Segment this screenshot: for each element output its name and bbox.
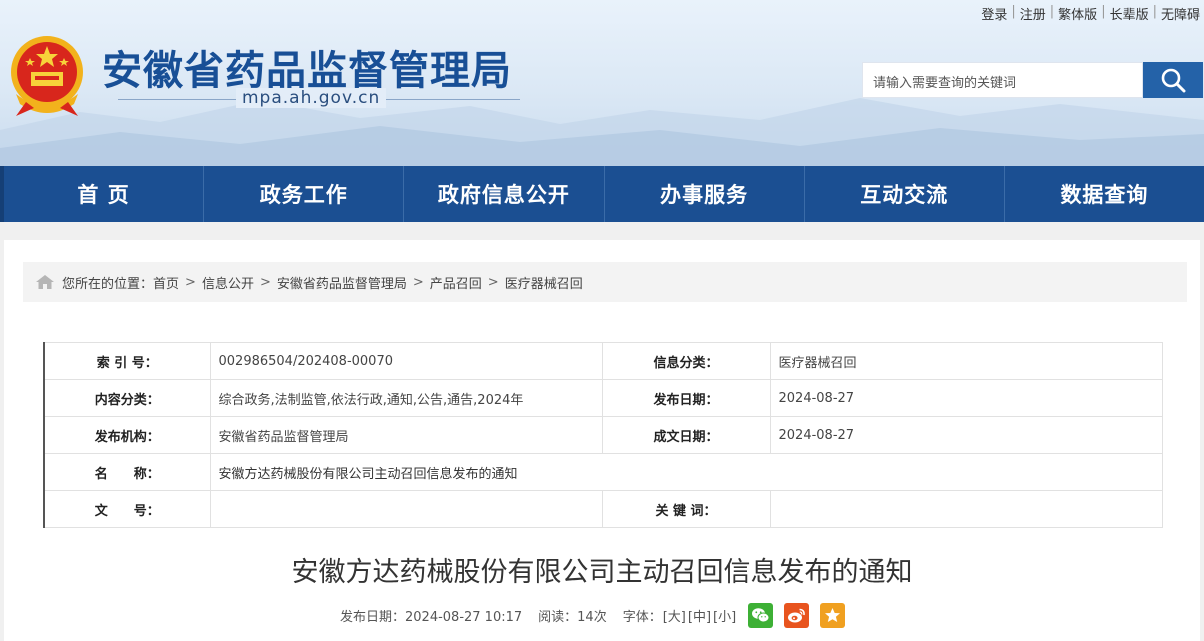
wechat-icon — [752, 607, 770, 622]
nav-home[interactable]: 首 页 — [0, 166, 205, 222]
publish-date-value: 2024-08-27 — [769, 379, 1163, 417]
search-icon — [1161, 68, 1186, 93]
category-value: 医疗器械召回 — [769, 342, 1163, 380]
site-header: 登录 | 注册 | 繁体版 | 长辈版 | 无障碍 安徽省药品监督管理局 mpa… — [0, 0, 1204, 166]
issuing-org-label: 发布机构： — [43, 416, 211, 454]
content-category-label: 内容分类： — [43, 379, 211, 417]
table-row: 文 号： 关 键 词： — [43, 490, 1163, 528]
document-date-label: 成文日期： — [601, 416, 771, 454]
breadcrumb-separator: > — [412, 274, 424, 290]
home-icon — [36, 275, 54, 289]
main-content: 您所在的位置： 首页 > 信息公开 > 安徽省药品监督管理局 > 产品召回 > … — [4, 240, 1200, 641]
site-domain: mpa.ah.gov.cn — [236, 88, 387, 108]
star-icon — [825, 607, 841, 622]
breadcrumb-bureau[interactable]: 安徽省药品监督管理局 — [277, 273, 407, 292]
content-category-value: 综合政务,法制监管,依法行政,通知,公告,通告,2024年 — [209, 379, 603, 417]
font-size-label: 字体： — [622, 609, 662, 625]
login-link[interactable]: 登录 — [977, 4, 1011, 23]
register-link[interactable]: 注册 — [1016, 4, 1050, 23]
search-button[interactable] — [1143, 62, 1203, 98]
nav-information-disclosure[interactable]: 政府信息公开 — [404, 166, 605, 222]
keywords-value — [769, 490, 1163, 528]
nav-government-affairs[interactable]: 政务工作 — [204, 166, 405, 222]
breadcrumb-separator: > — [487, 274, 499, 290]
publish-datetime: 发布日期：2024-08-27 10:17 — [340, 609, 523, 625]
article-meta: 发布日期：2024-08-27 10:17 阅读：14次 字体： [大] [中]… — [340, 602, 846, 628]
top-links: 登录 | 注册 | 繁体版 | 长辈版 | 无障碍 — [977, 4, 1204, 23]
font-size-small[interactable]: [小] — [713, 606, 736, 625]
issuing-org-value: 安徽省药品监督管理局 — [209, 416, 603, 454]
share-weibo-button[interactable] — [784, 602, 810, 628]
weibo-icon — [788, 608, 806, 622]
table-row: 名 称： 安徽方达药械股份有限公司主动召回信息发布的通知 — [43, 453, 1163, 491]
index-value: 002986504/202408-00070 — [209, 342, 603, 380]
table-row: 内容分类： 综合政务,法制监管,依法行政,通知,公告,通告,2024年 发布日期… — [43, 379, 1163, 417]
keywords-label: 关 键 词： — [601, 490, 771, 528]
breadcrumb-product-recall[interactable]: 产品召回 — [430, 273, 482, 292]
table-row: 索 引 号： 002986504/202408-00070 信息分类： 医疗器械… — [43, 342, 1163, 380]
nav-interaction[interactable]: 互动交流 — [805, 166, 1005, 222]
breadcrumb-device-recall[interactable]: 医疗器械召回 — [505, 273, 583, 292]
main-nav: 首 页 政务工作 政府信息公开 办事服务 互动交流 数据查询 — [0, 166, 1204, 222]
font-size-medium[interactable]: [中] — [688, 606, 711, 625]
breadcrumb-separator: > — [185, 274, 196, 290]
breadcrumb-separator: > — [259, 274, 271, 290]
breadcrumb: 您所在的位置： 首页 > 信息公开 > 安徽省药品监督管理局 > 产品召回 > … — [23, 262, 1187, 302]
search-input[interactable]: 请输入需要查询的关键词 — [862, 62, 1143, 98]
document-info-table: 索 引 号： 002986504/202408-00070 信息分类： 医疗器械… — [43, 342, 1163, 528]
font-size-large[interactable]: [大] — [663, 606, 686, 625]
article-title: 安徽方达药械股份有限公司主动召回信息发布的通知 — [291, 557, 913, 588]
share-wechat-button[interactable] — [748, 602, 774, 628]
category-label: 信息分类： — [601, 342, 771, 380]
name-label: 名 称： — [43, 453, 211, 491]
favorite-button[interactable] — [820, 602, 846, 628]
document-number-value — [209, 490, 603, 528]
breadcrumb-home[interactable]: 首页 — [153, 273, 179, 292]
accessibility-link[interactable]: 无障碍 — [1157, 4, 1204, 23]
traditional-chinese-link[interactable]: 繁体版 — [1054, 4, 1101, 23]
breadcrumb-prefix: 您所在的位置： — [62, 276, 154, 292]
breadcrumb-info-disclosure[interactable]: 信息公开 — [202, 273, 254, 292]
name-value: 安徽方达药械股份有限公司主动召回信息发布的通知 — [209, 453, 1163, 491]
read-count: 阅读：14次 — [538, 609, 607, 625]
index-label: 索 引 号： — [43, 342, 211, 380]
nav-services[interactable]: 办事服务 — [605, 166, 805, 222]
publish-date-label: 发布日期： — [601, 379, 771, 417]
document-date-value: 2024-08-27 — [769, 416, 1163, 454]
table-row: 发布机构： 安徽省药品监督管理局 成文日期： 2024-08-27 — [43, 416, 1163, 454]
document-number-label: 文 号： — [43, 490, 211, 528]
nav-data-query[interactable]: 数据查询 — [1005, 166, 1204, 222]
elderly-mode-link[interactable]: 长辈版 — [1106, 4, 1153, 23]
national-emblem-icon[interactable] — [6, 32, 88, 118]
